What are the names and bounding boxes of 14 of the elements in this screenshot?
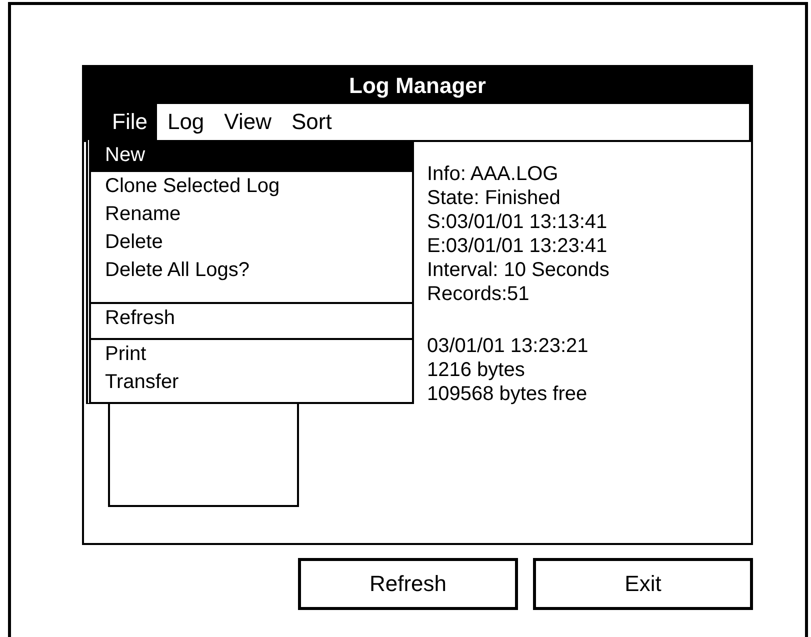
menu-item[interactable]: File <box>84 104 158 140</box>
info-text: State: Finished <box>427 186 562 210</box>
summary-text: 1216 bytes <box>427 358 526 382</box>
dropdown-menu-item[interactable]: New <box>91 140 412 172</box>
info-text: Records:51 <box>427 282 530 306</box>
info-text: Info: AAA.LOG <box>427 162 560 186</box>
window-title: Log Manager <box>84 67 751 104</box>
info-text: Interval: 10 Seconds <box>427 258 610 282</box>
summary-text: 03/01/01 13:23:21 <box>427 334 590 358</box>
info-text: E:03/01/01 13:23:41 <box>427 234 608 258</box>
info-text: S:03/01/01 13:13:41 <box>427 210 608 234</box>
dialog-button[interactable]: Refresh <box>298 558 518 610</box>
dialog-button[interactable]: Exit <box>533 558 753 610</box>
summary-text: 109568 bytes free <box>427 382 588 406</box>
